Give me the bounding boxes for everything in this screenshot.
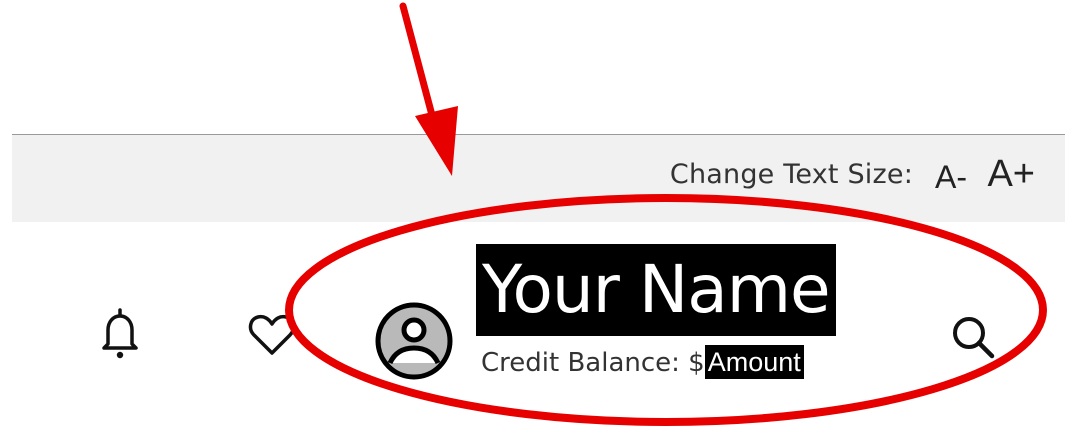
user-name: Your Name [476,244,836,336]
page-top-whitespace [0,0,1065,134]
credit-balance-amount: Amount [704,345,804,379]
avatar[interactable] [375,302,453,380]
credit-balance: Credit Balance: $ Amount [481,344,804,381]
heart-icon[interactable] [248,314,296,356]
bell-icon[interactable] [100,306,140,360]
user-header: Your Name Credit Balance: $ Amount [0,222,1065,428]
decrease-text-size-button[interactable]: A- [935,161,967,193]
search-icon[interactable] [948,312,998,362]
text-size-label: Change Text Size: [669,159,913,190]
text-size-bar: Change Text Size: A- A+ [12,134,1065,222]
increase-text-size-button[interactable]: A+ [987,155,1035,193]
credit-balance-label: Credit Balance: $ [481,348,705,378]
